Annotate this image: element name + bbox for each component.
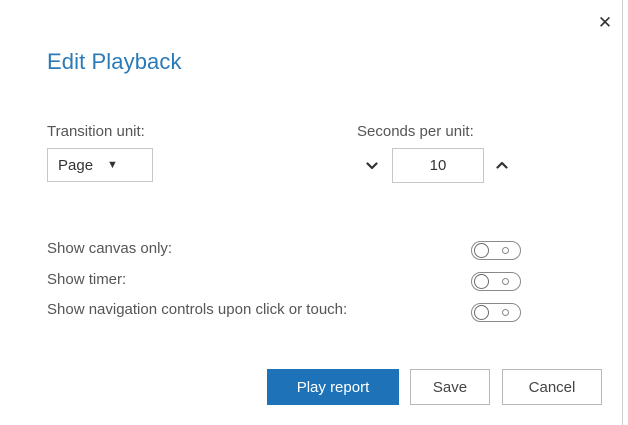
show-canvas-only-label: Show canvas only:	[47, 240, 173, 257]
show-navigation-controls-label: Show navigation controls upon click or t…	[47, 301, 348, 318]
dropdown-caret-icon: ▼	[107, 159, 118, 171]
dialog-title: Edit Playback	[47, 49, 182, 74]
toggle-knob	[474, 305, 489, 320]
save-button[interactable]: Save	[410, 369, 490, 405]
show-timer-toggle[interactable]	[471, 272, 521, 291]
chevron-up-icon[interactable]	[493, 156, 511, 174]
show-canvas-only-toggle[interactable]	[471, 241, 521, 260]
toggle-off-icon	[502, 309, 509, 316]
close-icon[interactable]: ✕	[596, 14, 614, 32]
transition-unit-label: Transition unit:	[47, 123, 145, 140]
toggle-off-icon	[502, 278, 509, 285]
cancel-button[interactable]: Cancel	[502, 369, 602, 405]
edit-playback-dialog: ✕ Edit Playback Transition unit: Page ▼ …	[0, 0, 623, 425]
seconds-per-unit-label: Seconds per unit:	[357, 123, 474, 140]
toggle-off-icon	[502, 247, 509, 254]
transition-unit-select[interactable]: Page ▼	[47, 148, 153, 182]
seconds-per-unit-input[interactable]: 10	[392, 148, 484, 183]
play-report-button[interactable]: Play report	[267, 369, 399, 405]
toggle-knob	[474, 274, 489, 289]
chevron-down-icon[interactable]	[363, 157, 381, 175]
show-navigation-controls-toggle[interactable]	[471, 303, 521, 322]
toggle-knob	[474, 243, 489, 258]
show-timer-label: Show timer:	[47, 271, 127, 288]
transition-unit-value: Page	[58, 156, 94, 174]
